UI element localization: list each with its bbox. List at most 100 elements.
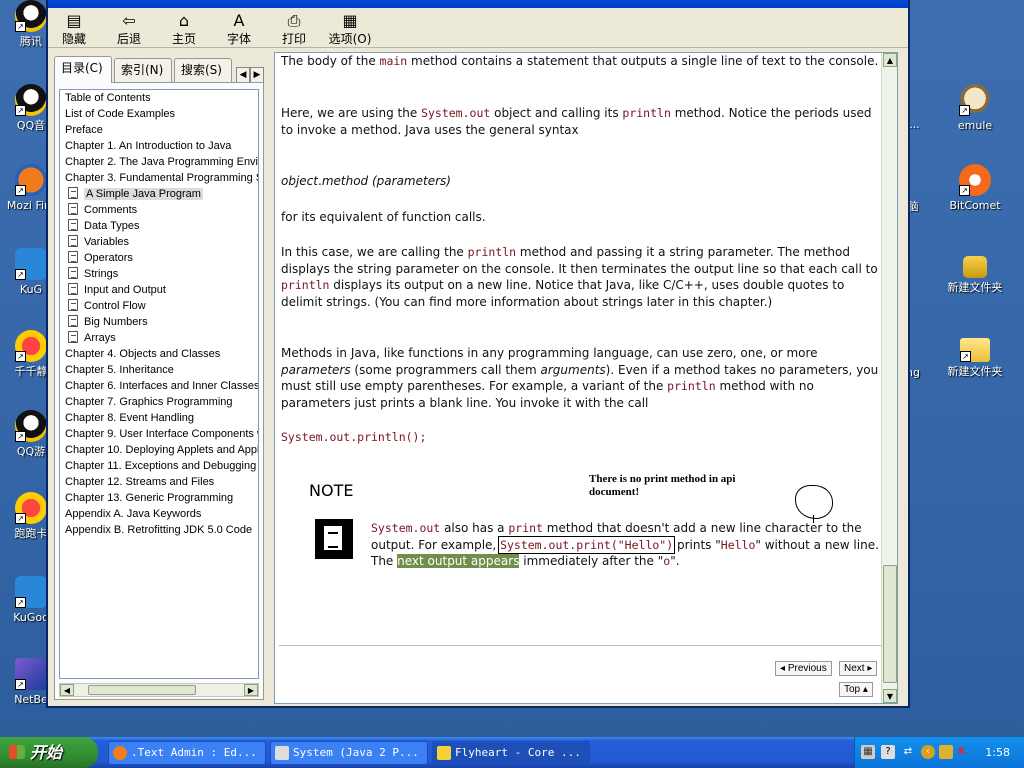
- shortcut-arrow-icon: ↗: [15, 185, 26, 196]
- tab-index[interactable]: 索引(N): [114, 58, 172, 82]
- tab-scroll-right-icon[interactable]: ▶: [250, 67, 264, 83]
- scrollbar-thumb[interactable]: [88, 685, 196, 695]
- toc-chapter[interactable]: Chapter 8. Event Handling: [60, 410, 258, 426]
- print-button[interactable]: ⎙ 打印: [270, 12, 318, 47]
- toc-label: Table of Contents: [65, 92, 151, 104]
- top-button[interactable]: Top ▴: [839, 682, 873, 697]
- desktop-icon[interactable]: 新建文件夹: [938, 248, 1012, 294]
- desktop-icon[interactable]: ↗ BitComet: [938, 164, 1012, 212]
- desktop-icon-label: 新建文件夹: [947, 365, 1003, 378]
- shortcut-arrow-icon: ↗: [959, 185, 970, 196]
- paragraph: Here, we are using the System.out object…: [281, 106, 872, 137]
- toc-topic[interactable]: Big Numbers: [60, 314, 258, 330]
- toc-topic[interactable]: Operators: [60, 250, 258, 266]
- font-button[interactable]: A 字体: [215, 12, 263, 47]
- toc-chapter[interactable]: Chapter 4. Objects and Classes: [60, 346, 258, 362]
- toc-topic[interactable]: Comments: [60, 202, 258, 218]
- toc-label: Chapter 8. Event Handling: [65, 412, 195, 424]
- tab-scroll-left-icon[interactable]: ◀: [236, 67, 250, 83]
- toc-label: Appendix A. Java Keywords: [65, 508, 202, 520]
- toc-chapter[interactable]: Chapter 13. Generic Programming: [60, 490, 258, 506]
- toc-topic[interactable]: Data Types: [60, 218, 258, 234]
- toc-horizontal-scrollbar[interactable]: ◀ ▶: [59, 683, 259, 697]
- shortcut-arrow-icon: ↗: [15, 269, 26, 280]
- boxed-code: System.out.print("Hello"): [498, 535, 676, 554]
- network-icon[interactable]: ⇄: [901, 745, 915, 759]
- toc-chapter[interactable]: Table of Contents: [60, 90, 258, 106]
- toc-label: Chapter 4. Objects and Classes: [65, 348, 221, 360]
- toc-topic[interactable]: Variables: [60, 234, 258, 250]
- task-firefox[interactable]: .Text Admin : Ed...: [108, 741, 266, 765]
- options-button[interactable]: ▦ 选项(O): [325, 12, 375, 47]
- window-titlebar[interactable]: [48, 0, 908, 8]
- toc-label: Strings: [84, 268, 119, 280]
- content-vertical-scrollbar[interactable]: ▲ ▼: [881, 53, 897, 703]
- toc-label: Chapter 7. Graphics Programming: [65, 396, 233, 408]
- task-java-doc[interactable]: System (Java 2 P...: [270, 741, 428, 765]
- taskbar: 开始 .Text Admin : Ed... System (Java 2 P.…: [0, 737, 1024, 768]
- previous-button[interactable]: ◂ Previous: [775, 661, 832, 676]
- font-icon: A: [233, 11, 245, 30]
- help-window: ▤ 隐藏 ⇦ 后退 ⌂ 主页 A 字体 ⎙ 打印 ▦ 选项(O) 目录(C) 索…: [46, 0, 910, 708]
- scrollbar-thumb[interactable]: [883, 565, 897, 683]
- keyboard-icon[interactable]: ▦: [861, 745, 875, 759]
- toc-topic[interactable]: Control Flow: [60, 298, 258, 314]
- desktop-icon[interactable]: ↗ emule: [938, 84, 1012, 132]
- toc-chapter[interactable]: Chapter 2. The Java Programming Envir: [60, 154, 258, 170]
- desktop-icon[interactable]: ↗ 新建文件夹: [938, 332, 1012, 378]
- start-button[interactable]: 开始: [0, 737, 98, 768]
- hide-button[interactable]: ▤ 隐藏: [50, 12, 98, 47]
- tab-contents[interactable]: 目录(C): [54, 56, 112, 83]
- code-example: System.out.println();: [281, 430, 427, 444]
- toc-chapter[interactable]: Chapter 3. Fundamental Programming St: [60, 170, 258, 186]
- scroll-right-icon[interactable]: ▶: [244, 684, 258, 696]
- nav-tabs: 目录(C) 索引(N) 搜索(S) ◀ ▶: [54, 56, 266, 83]
- lock-icon[interactable]: [939, 745, 953, 759]
- toc-label: Chapter 12. Streams and Files: [65, 476, 215, 488]
- document-page-icon: [68, 203, 78, 215]
- toc-chapter[interactable]: Chapter 11. Exceptions and Debugging: [60, 458, 258, 474]
- toc-chapter[interactable]: Chapter 7. Graphics Programming: [60, 394, 258, 410]
- toc-chapter[interactable]: Appendix A. Java Keywords: [60, 506, 258, 522]
- next-button[interactable]: Next ▸: [839, 661, 878, 676]
- toc-chapter[interactable]: Chapter 1. An Introduction to Java: [60, 138, 258, 154]
- kugoo-icon: ↗: [15, 576, 47, 608]
- back-icon: ⇦: [122, 11, 136, 30]
- toc-chapter[interactable]: List of Code Examples: [60, 106, 258, 122]
- document-page-icon: [68, 283, 78, 295]
- help-icon[interactable]: ?: [881, 745, 895, 759]
- toc-topic[interactable]: Arrays: [60, 330, 258, 346]
- windows-flag-icon: [9, 745, 25, 759]
- toc-label: Chapter 11. Exceptions and Debugging: [65, 460, 257, 472]
- back-arrow-icon[interactable]: ‹: [921, 745, 935, 759]
- toc-chapter[interactable]: Chapter 6. Interfaces and Inner Classes: [60, 378, 258, 394]
- chm-icon: [437, 746, 451, 760]
- highlighted-text: next output appears: [397, 554, 520, 568]
- shortcut-arrow-icon: ↗: [15, 597, 26, 608]
- shortcut-arrow-icon: ↗: [15, 105, 26, 116]
- toc-chapter[interactable]: Chapter 5. Inheritance: [60, 362, 258, 378]
- back-button[interactable]: ⇦ 后退: [105, 12, 153, 47]
- scroll-down-icon[interactable]: ▼: [883, 689, 897, 703]
- toc-tree[interactable]: Table of Contents List of Code Examples Pr…: [59, 89, 259, 679]
- shortcut-arrow-icon: ↗: [15, 679, 26, 690]
- note-icon: [315, 519, 353, 559]
- content-pane: The body of the main method contains a s…: [274, 52, 898, 704]
- toc-chapter[interactable]: Chapter 12. Streams and Files: [60, 474, 258, 490]
- home-button[interactable]: ⌂ 主页: [160, 12, 208, 47]
- toc-chapter[interactable]: Appendix B. Retrofitting JDK 5.0 Code: [60, 522, 258, 538]
- toc-label: Chapter 1. An Introduction to Java: [65, 140, 232, 152]
- toc-topic[interactable]: Strings: [60, 266, 258, 282]
- scroll-left-icon[interactable]: ◀: [60, 684, 74, 696]
- toc-chapter[interactable]: Chapter 10. Deploying Applets and Appli: [60, 442, 258, 458]
- toc-chapter[interactable]: Chapter 9. User Interface Components w: [60, 426, 258, 442]
- shortcut-arrow-icon: ↗: [960, 351, 971, 362]
- task-core-java[interactable]: Flyheart - Core ...: [432, 741, 590, 765]
- scroll-up-icon[interactable]: ▲: [883, 53, 897, 67]
- toc-topic[interactable]: Input and Output: [60, 282, 258, 298]
- syntax-line: object.method (parameters): [281, 174, 451, 188]
- tab-search[interactable]: 搜索(S): [174, 58, 232, 82]
- toc-topic[interactable]: A Simple Java Program: [60, 186, 258, 202]
- toc-chapter[interactable]: Preface: [60, 122, 258, 138]
- antivirus-icon[interactable]: K: [955, 745, 969, 759]
